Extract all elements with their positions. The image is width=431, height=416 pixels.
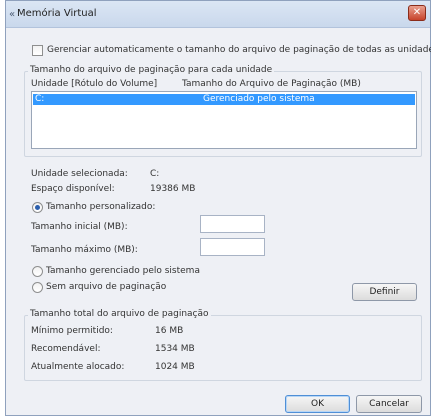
size-cell: Gerenciado pelo sistema <box>203 94 315 104</box>
auto-manage-checkbox[interactable] <box>32 45 43 56</box>
no-paging-radio[interactable] <box>32 282 43 293</box>
drive-listbox[interactable]: C: Gerenciado pelo sistema <box>31 91 417 149</box>
selected-drive-value: C: <box>150 169 160 179</box>
ok-button[interactable]: OK <box>285 395 350 413</box>
initial-size-label: Tamanho inicial (MB): <box>31 222 128 232</box>
auto-manage-label[interactable]: Gerenciar automaticamente o tamanho do a… <box>47 45 431 55</box>
min-allowed-label: Mínimo permitido: <box>31 326 113 336</box>
initial-size-input[interactable] <box>200 215 265 233</box>
close-icon: ✕ <box>412 7 422 18</box>
min-allowed-value: 16 MB <box>155 326 184 336</box>
column-header-size[interactable]: Tamanho do Arquivo de Paginação (MB) <box>182 79 361 89</box>
set-button[interactable]: Definir <box>352 283 417 301</box>
no-paging-label[interactable]: Sem arquivo de paginação <box>46 282 166 292</box>
cancel-button-label: Cancelar <box>369 399 409 409</box>
totals-section-label: Tamanho total do arquivo de paginação <box>28 309 211 319</box>
per-drive-section-label: Tamanho do arquivo de paginação para cad… <box>28 65 275 75</box>
window-icon: « <box>9 9 16 20</box>
drive-cell: C: <box>35 94 45 104</box>
custom-size-radio[interactable] <box>32 202 43 213</box>
max-size-input[interactable] <box>200 238 265 256</box>
window-title: Memória Virtual <box>17 8 97 19</box>
set-button-label: Definir <box>369 287 400 297</box>
table-row[interactable]: C: Gerenciado pelo sistema <box>33 94 415 105</box>
column-header-drive[interactable]: Unidade [Rótulo do Volume] <box>31 79 157 89</box>
recommended-value: 1534 MB <box>155 344 195 354</box>
system-managed-radio[interactable] <box>32 266 43 277</box>
available-space-label: Espaço disponível: <box>31 184 115 194</box>
available-space-value: 19386 MB <box>150 184 196 194</box>
custom-size-label[interactable]: Tamanho personalizado: <box>46 202 155 212</box>
ok-button-label: OK <box>311 399 324 409</box>
selected-drive-label: Unidade selecionada: <box>31 169 128 179</box>
close-button[interactable]: ✕ <box>408 5 426 21</box>
allocated-label: Atualmente alocado: <box>31 362 125 372</box>
allocated-value: 1024 MB <box>155 362 195 372</box>
recommended-label: Recomendável: <box>31 344 101 354</box>
max-size-label: Tamanho máximo (MB): <box>31 245 138 255</box>
cancel-button[interactable]: Cancelar <box>356 395 422 413</box>
virtual-memory-dialog: « Memória Virtual ✕ Gerenciar automatica… <box>5 0 431 416</box>
system-managed-label[interactable]: Tamanho gerenciado pelo sistema <box>46 266 200 276</box>
title-bar[interactable]: « Memória Virtual ✕ <box>6 1 430 28</box>
